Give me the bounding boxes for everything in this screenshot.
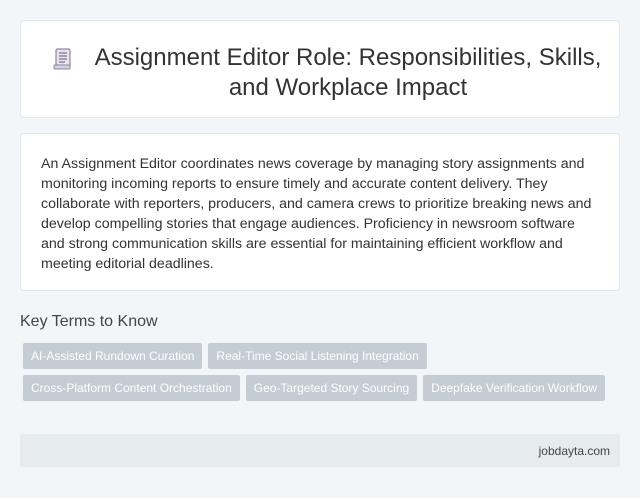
document-icon xyxy=(51,47,75,71)
key-term-tag[interactable]: Geo-Targeted Story Sourcing xyxy=(245,375,418,401)
footer: jobdayta.com xyxy=(20,434,620,467)
title-card: Assignment Editor Role: Responsibilities… xyxy=(20,20,620,118)
page-title: Assignment Editor Role: Responsibilities… xyxy=(94,44,602,101)
description-text: An Assignment Editor coordinates news co… xyxy=(41,156,592,272)
key-terms-heading: Key Terms to Know xyxy=(20,313,158,330)
footer-site-link[interactable]: jobdayta.com xyxy=(539,443,610,459)
description-card: An Assignment Editor coordinates news co… xyxy=(20,133,620,291)
key-term-tag[interactable]: AI-Assisted Rundown Curation xyxy=(23,343,203,369)
key-term-tag[interactable]: Cross-Platform Content Orchestration xyxy=(23,375,240,401)
key-term-tag[interactable]: Deepfake Verification Workflow xyxy=(423,375,606,401)
key-terms-list: AI-Assisted Rundown Curation Real-Time S… xyxy=(20,343,620,401)
key-term-tag[interactable]: Real-Time Social Listening Integration xyxy=(208,343,427,369)
